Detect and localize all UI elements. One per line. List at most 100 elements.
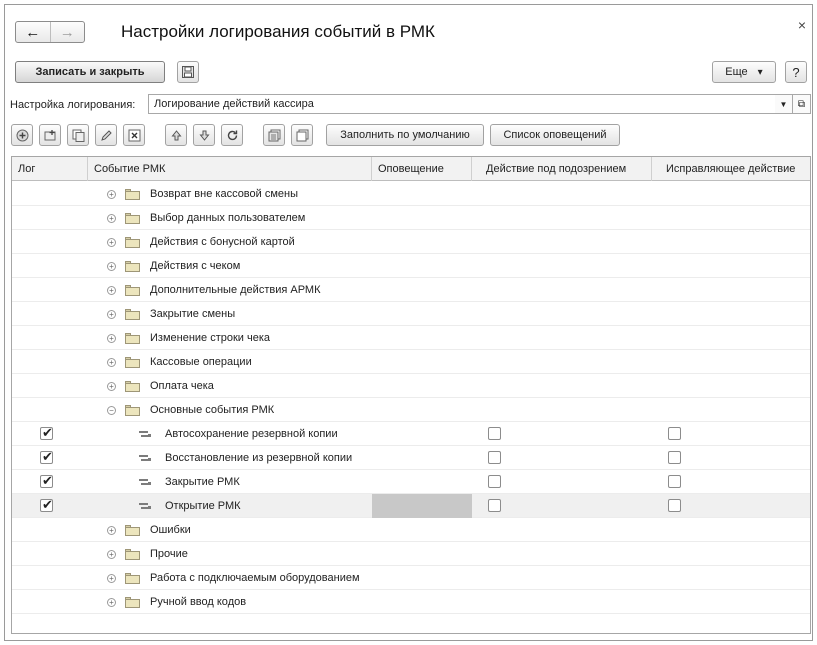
copy-button[interactable] xyxy=(67,124,89,146)
collapse-all-icon xyxy=(296,129,308,141)
expand-icon[interactable]: + xyxy=(107,214,116,223)
folder-icon xyxy=(125,357,140,368)
expand-icon[interactable]: + xyxy=(107,526,116,535)
setting-dropdown-button[interactable]: ▼ xyxy=(775,94,793,114)
event-icon xyxy=(139,479,151,486)
folder-icon xyxy=(125,573,140,584)
suspicious-action-checkbox[interactable] xyxy=(488,499,501,512)
event-name: Закрытие РМК xyxy=(165,476,240,488)
expand-icon[interactable]: + xyxy=(107,382,116,391)
table-row-group[interactable]: + Дополнительные действия АРМК xyxy=(12,278,810,302)
expand-icon[interactable]: + xyxy=(107,358,116,367)
folder-icon xyxy=(125,333,140,344)
table-row-group[interactable]: − Основные события РМК xyxy=(12,398,810,422)
table-row-group[interactable]: + Действия с чеком xyxy=(12,254,810,278)
event-group-name: Ручной ввод кодов xyxy=(150,596,247,608)
table-row-group[interactable]: + Изменение строки чека xyxy=(12,326,810,350)
corrective-action-checkbox[interactable] xyxy=(668,499,681,512)
forward-button[interactable]: → xyxy=(51,22,85,42)
expand-icon[interactable]: + xyxy=(107,262,116,271)
expand-all-button[interactable] xyxy=(263,124,285,146)
more-button[interactable]: Еще ▾ xyxy=(712,61,776,83)
folder-icon xyxy=(125,549,140,560)
save-and-close-button[interactable]: Записать и закрыть xyxy=(15,61,165,83)
open-icon: ⧉ xyxy=(797,98,806,110)
edit-button[interactable] xyxy=(95,124,117,146)
refresh-button[interactable] xyxy=(221,124,243,146)
corrective-action-checkbox[interactable] xyxy=(668,427,681,440)
column-header-corrective-action[interactable]: Исправляющее действие xyxy=(652,157,812,181)
table-header: Лог Событие РМК Оповещение Действие под … xyxy=(12,157,810,181)
notification-cell-active[interactable] xyxy=(372,494,472,518)
delete-button[interactable] xyxy=(123,124,145,146)
add-group-button[interactable] xyxy=(39,124,61,146)
corrective-action-checkbox[interactable] xyxy=(668,475,681,488)
table-row-item[interactable]: Закрытие РМК xyxy=(12,470,810,494)
collapse-all-button[interactable] xyxy=(291,124,313,146)
expand-icon[interactable]: + xyxy=(107,190,116,199)
suspicious-action-checkbox[interactable] xyxy=(488,427,501,440)
log-checkbox[interactable] xyxy=(40,449,53,465)
event-group-name: Основные события РМК xyxy=(150,404,275,416)
move-down-icon xyxy=(198,130,210,141)
table-row-group[interactable]: + Действия с бонусной картой xyxy=(12,230,810,254)
move-up-button[interactable] xyxy=(165,124,187,146)
event-group-name: Кассовые операции xyxy=(150,356,252,368)
table-row-group[interactable]: + Возврат вне кассовой смены xyxy=(12,182,810,206)
event-name: Автосохранение резервной копии xyxy=(165,428,338,440)
expand-icon[interactable]: + xyxy=(107,238,116,247)
column-header-notification[interactable]: Оповещение xyxy=(372,157,472,181)
table-row-group[interactable]: + Выбор данных пользователем xyxy=(12,206,810,230)
log-checkbox[interactable] xyxy=(40,497,53,513)
collapse-icon[interactable]: − xyxy=(107,406,116,415)
event-icon xyxy=(139,455,151,462)
setting-field[interactable]: Логирование действий кассира xyxy=(148,94,776,114)
edit-icon xyxy=(100,129,112,141)
help-button[interactable]: ? xyxy=(785,61,807,83)
log-checkbox[interactable] xyxy=(40,425,53,441)
move-down-button[interactable] xyxy=(193,124,215,146)
table-row-item[interactable]: Открытие РМК xyxy=(12,494,810,518)
table-row-group[interactable]: + Кассовые операции xyxy=(12,350,810,374)
notifications-list-button[interactable]: Список оповещений xyxy=(490,124,620,146)
event-group-name: Закрытие смены xyxy=(150,308,236,320)
back-button[interactable]: ← xyxy=(16,22,51,42)
table-row-group[interactable]: + Ошибки xyxy=(12,518,810,542)
table-row-item[interactable]: Восстановление из резервной копии xyxy=(12,446,810,470)
column-header-event[interactable]: Событие РМК xyxy=(88,157,372,181)
expand-icon[interactable]: + xyxy=(107,334,116,343)
fill-default-button[interactable]: Заполнить по умолчанию xyxy=(326,124,484,146)
table-row-group[interactable]: + Ручной ввод кодов xyxy=(12,590,810,614)
event-name: Восстановление из резервной копии xyxy=(165,452,353,464)
event-group-name: Дополнительные действия АРМК xyxy=(150,284,321,296)
add-button[interactable] xyxy=(11,124,33,146)
table-row-group[interactable]: + Прочие xyxy=(12,542,810,566)
suspicious-action-checkbox[interactable] xyxy=(488,451,501,464)
expand-all-icon xyxy=(268,129,280,141)
folder-icon xyxy=(125,405,140,416)
expand-icon[interactable]: + xyxy=(107,574,116,583)
expand-icon[interactable]: + xyxy=(107,550,116,559)
suspicious-action-checkbox[interactable] xyxy=(488,475,501,488)
column-header-log[interactable]: Лог xyxy=(12,157,88,181)
setting-open-button[interactable]: ⧉ xyxy=(793,94,811,114)
folder-icon xyxy=(125,261,140,272)
close-button[interactable]: × xyxy=(798,17,806,33)
expand-icon[interactable]: + xyxy=(107,310,116,319)
event-name: Открытие РМК xyxy=(165,500,241,512)
event-icon xyxy=(139,431,151,438)
table-row-item[interactable]: Автосохранение резервной копии xyxy=(12,422,810,446)
chevron-down-icon: ▾ xyxy=(757,66,763,78)
column-header-suspicious-action[interactable]: Действие под подозрением xyxy=(472,157,652,181)
table-row-group[interactable]: + Оплата чека xyxy=(12,374,810,398)
table-row-group[interactable]: + Закрытие смены xyxy=(12,302,810,326)
event-group-name: Оплата чека xyxy=(150,380,214,392)
navigation-buttons: ← → xyxy=(15,21,85,43)
folder-icon xyxy=(125,381,140,392)
table-row-group[interactable]: + Работа с подключаемым оборудованием xyxy=(12,566,810,590)
expand-icon[interactable]: + xyxy=(107,598,116,607)
expand-icon[interactable]: + xyxy=(107,286,116,295)
log-checkbox[interactable] xyxy=(40,473,53,489)
corrective-action-checkbox[interactable] xyxy=(668,451,681,464)
save-button[interactable] xyxy=(177,61,199,83)
